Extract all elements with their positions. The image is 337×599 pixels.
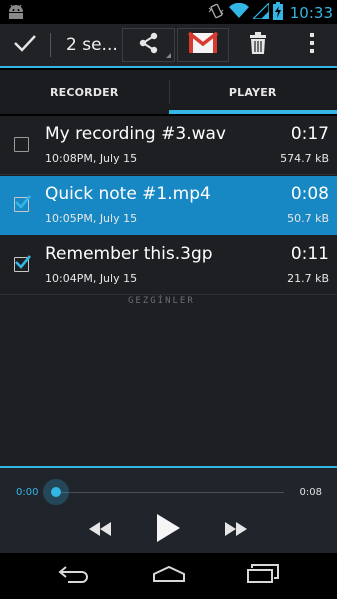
battery-charging-icon — [272, 2, 283, 24]
recording-name: My recording #3.wav — [45, 124, 226, 144]
rewind-icon — [89, 521, 111, 540]
recording-name: Quick note #1.mp4 — [45, 184, 211, 204]
recent-apps-icon — [246, 564, 280, 588]
recording-date: 10:04PM, July 15 — [45, 272, 138, 285]
recordings-list: My recording #3.wav 10:08PM, July 15 0:1… — [0, 116, 337, 466]
recording-duration: 0:08 — [290, 184, 329, 204]
play-icon — [156, 514, 180, 546]
trash-icon — [249, 32, 267, 58]
rewind-button[interactable] — [82, 512, 118, 548]
vibrate-icon — [207, 2, 225, 24]
share-button[interactable] — [122, 28, 175, 62]
delete-button[interactable] — [233, 24, 283, 66]
total-time: 0:08 — [299, 487, 322, 498]
recording-date: 10:05PM, July 15 — [45, 212, 138, 225]
play-button[interactable] — [150, 512, 186, 548]
recent-apps-button[interactable] — [238, 561, 288, 591]
player-panel: 0:00 0:08 — [0, 466, 337, 553]
overflow-menu-button[interactable] — [290, 24, 334, 66]
dropdown-corner-icon — [166, 53, 171, 58]
checkmark-icon — [15, 195, 32, 209]
recording-size: 21.7 kB — [287, 272, 329, 285]
current-time: 0:00 — [16, 487, 39, 498]
tab-bar: RECORDER PLAYER — [0, 70, 337, 114]
wifi-icon — [228, 2, 249, 23]
recording-date: 10:08PM, July 15 — [45, 152, 138, 165]
recording-size: 50.7 kB — [287, 212, 329, 225]
action-bar-divider — [50, 33, 51, 57]
recording-name: Remember this.3gp — [45, 244, 213, 264]
status-bar: 10:33 — [0, 0, 337, 24]
selection-count-title: 2 se... — [66, 35, 118, 55]
fast-forward-icon — [225, 521, 247, 540]
clock: 10:33 — [289, 4, 333, 22]
seek-bar[interactable] — [56, 492, 284, 493]
signal-icon — [251, 1, 270, 23]
checkbox[interactable] — [14, 137, 29, 152]
back-button[interactable] — [50, 561, 100, 591]
share-icon — [138, 32, 160, 58]
list-item[interactable]: Remember this.3gp 10:04PM, July 15 0:11 … — [0, 236, 337, 295]
checkmark-icon — [15, 255, 32, 269]
recording-size: 574.7 kB — [280, 152, 329, 165]
list-item[interactable]: Quick note #1.mp4 10:05PM, July 15 0:08 … — [0, 176, 337, 235]
back-icon — [58, 565, 92, 587]
checkbox-checked[interactable] — [14, 195, 32, 212]
done-icon — [14, 34, 36, 56]
list-item[interactable]: My recording #3.wav 10:08PM, July 15 0:1… — [0, 116, 337, 175]
tab-player[interactable]: PLAYER — [168, 70, 337, 114]
checkbox-checked[interactable] — [14, 255, 32, 272]
home-button[interactable] — [144, 561, 194, 591]
seek-thumb[interactable] — [43, 479, 69, 505]
navigation-bar — [0, 553, 337, 599]
overflow-menu-icon — [309, 32, 315, 58]
recording-duration: 0:17 — [290, 124, 329, 144]
gmail-share-button[interactable] — [177, 28, 229, 62]
watermark-text: GEZGİNLER — [128, 296, 195, 306]
action-bar: 2 se... — [0, 24, 337, 68]
android-icon — [6, 3, 26, 23]
recording-duration: 0:11 — [290, 244, 329, 264]
home-icon — [152, 565, 186, 587]
fast-forward-button[interactable] — [218, 512, 254, 548]
gmail-icon — [187, 31, 219, 59]
tab-recorder[interactable]: RECORDER — [0, 70, 169, 114]
done-button[interactable] — [0, 24, 50, 66]
